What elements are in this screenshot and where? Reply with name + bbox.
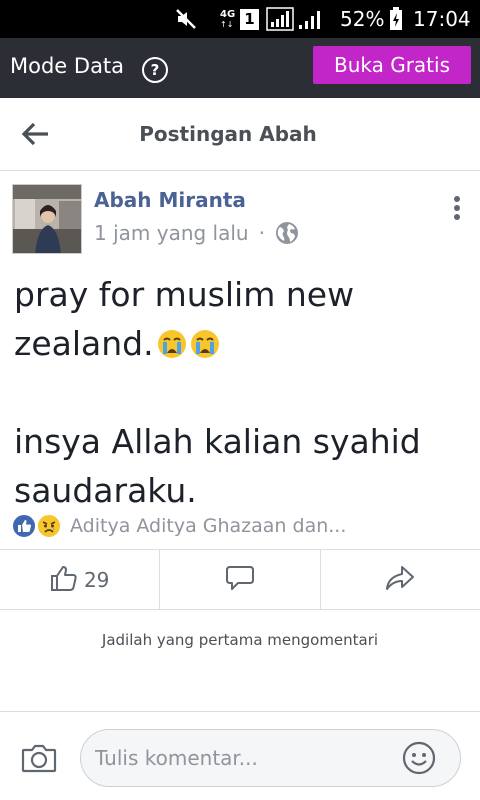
like-button[interactable]: 29 [0, 550, 161, 609]
mute-icon [175, 0, 197, 38]
buka-gratis-button[interactable]: Buka Gratis [313, 46, 471, 84]
camera-icon[interactable] [21, 742, 57, 774]
status-bar: 4G ↑↓ 1 52% 17:04 [0, 0, 480, 38]
emoji-picker-icon[interactable] [402, 741, 436, 775]
like-count: 29 [83, 567, 110, 592]
post-actions: 29 [0, 549, 480, 610]
share-icon [385, 565, 415, 595]
sad-reaction-icon [37, 514, 61, 538]
network-type: 4G ↑↓ [220, 9, 236, 29]
page-header: Postingan Abah [0, 98, 480, 171]
battery-icon [389, 0, 403, 38]
post-time: 1 jam yang lalu [94, 221, 249, 245]
empty-comments-text: Jadilah yang pertama mengomentari [101, 631, 379, 649]
post-author[interactable]: Abah Miranta [94, 188, 246, 212]
battery-percent: 52% [340, 7, 385, 31]
mode-data-bar: Mode Data Buka Gratis [0, 38, 480, 98]
sim-slot-badge: 1 [240, 0, 259, 38]
signal-icon [266, 0, 294, 38]
comment-icon [225, 564, 254, 596]
meta-separator: · [258, 221, 265, 245]
reactions-text: Aditya Aditya Ghazaan dan... [70, 515, 347, 537]
like-icon [50, 564, 80, 596]
globe-icon [275, 221, 299, 245]
signal-icon-2 [298, 0, 322, 38]
post-meta: 1 jam yang lalu · [94, 221, 299, 245]
help-icon[interactable]: ? [142, 57, 168, 83]
avatar[interactable] [12, 184, 82, 254]
clock: 17:04 [413, 7, 471, 31]
mode-data-label: Mode Data [10, 54, 125, 78]
like-reaction-icon [12, 514, 36, 538]
page-title: Postingan Abah [139, 122, 317, 146]
reactions-summary[interactable]: Aditya Aditya Ghazaan dan... [12, 512, 346, 540]
crying-face-icon [190, 323, 220, 358]
comment-button[interactable] [160, 550, 321, 609]
post-text-line: pray for muslim new zealand. [14, 275, 355, 363]
comment-composer [0, 711, 480, 800]
more-options-icon[interactable] [452, 196, 462, 222]
share-button[interactable] [321, 550, 480, 609]
post-text-line: insya Allah kalian syahid saudaraku. [14, 422, 421, 510]
post-body: pray for muslim new zealand. insya Allah… [14, 270, 474, 515]
crying-face-icon [157, 323, 187, 358]
